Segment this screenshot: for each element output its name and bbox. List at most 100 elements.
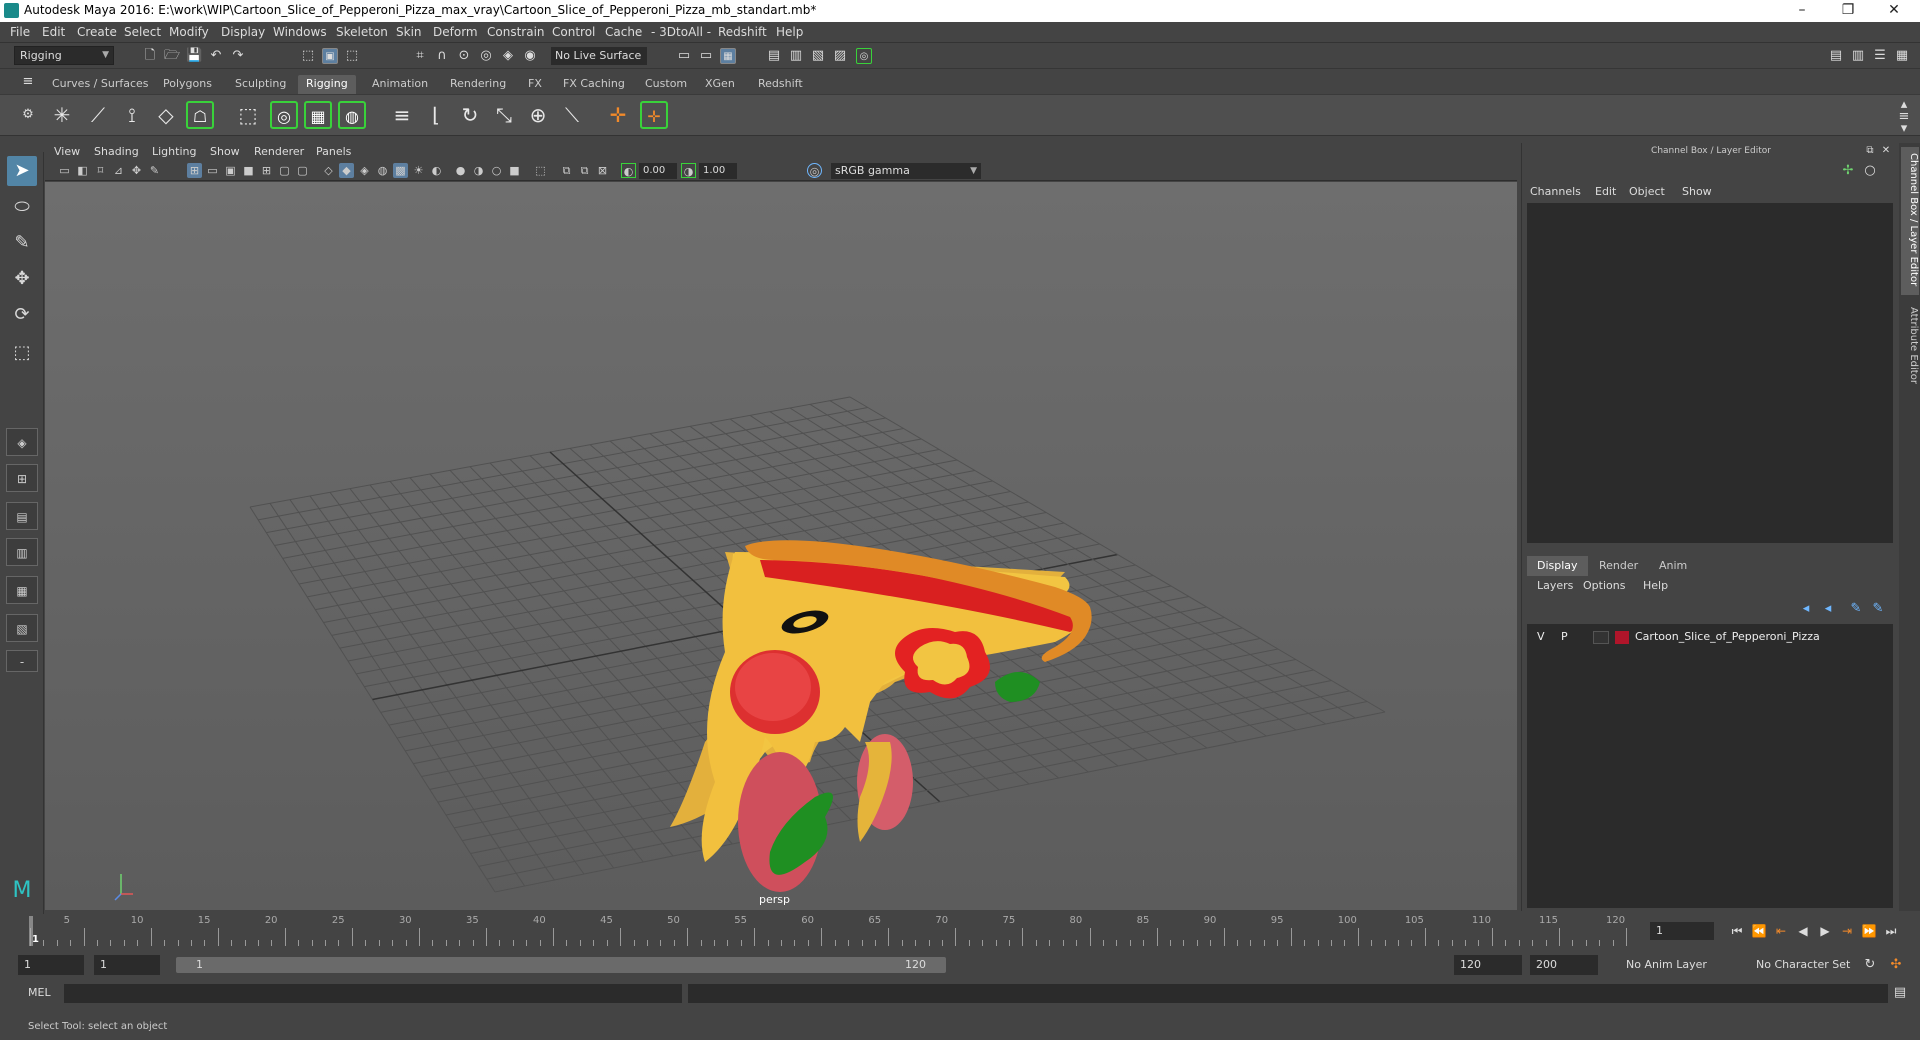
le-menu-help[interactable]: Help <box>1643 579 1668 592</box>
shelf-tab-fx[interactable]: FX <box>520 75 550 94</box>
script-language-label[interactable]: MEL <box>28 986 51 999</box>
paint-select-tool-icon[interactable]: ✎ <box>7 228 37 258</box>
le-menu-options[interactable]: Options <box>1583 579 1625 592</box>
backface-culling-icon[interactable]: ⊠ <box>595 163 610 178</box>
cb-menu-object[interactable]: Object <box>1629 185 1665 198</box>
side-tab-attribute-editor[interactable]: Attribute Editor <box>1901 301 1919 397</box>
lattice-icon[interactable]: ▦ <box>304 101 332 129</box>
select-tool-icon[interactable]: ➤ <box>7 156 37 186</box>
animation-end-field[interactable]: 200 <box>1530 955 1598 975</box>
exposure-icon[interactable]: ◐ <box>621 163 636 178</box>
shelf-tab-sculpting[interactable]: Sculpting <box>227 75 294 94</box>
panel-menu-lighting[interactable]: Lighting <box>152 145 196 158</box>
exposure-field[interactable]: 0.00 <box>639 163 677 179</box>
menu-skin[interactable]: Skin <box>396 25 422 39</box>
go-to-end-icon[interactable]: ⏭ <box>1882 922 1900 940</box>
side-tab-channel-box[interactable]: Channel Box / Layer Editor <box>1901 147 1919 295</box>
cb-menu-channels[interactable]: Channels <box>1530 185 1581 198</box>
menu-cache[interactable]: Cache <box>605 25 642 39</box>
step-back-key-icon[interactable]: ⇤ <box>1772 922 1790 940</box>
playback-end-field[interactable]: 120 <box>1454 955 1522 975</box>
perspective-viewport[interactable]: persp <box>45 182 1517 910</box>
layer-display-type[interactable] <box>1593 631 1609 644</box>
film-gate-icon[interactable]: ▭ <box>205 163 220 178</box>
shelf-tab-curves-surfaces[interactable]: Curves / Surfaces <box>44 75 157 94</box>
new-scene-icon[interactable]: 🗋 <box>142 48 158 64</box>
isolate-select-icon[interactable]: ⬚ <box>533 163 548 178</box>
panel-menu-renderer[interactable]: Renderer <box>254 145 304 158</box>
layer-name[interactable]: Cartoon_Slice_of_Pepperoni_Pizza <box>1635 630 1820 643</box>
lasso-tool-icon[interactable]: ⬭ <box>7 192 37 222</box>
menu-deform[interactable]: Deform <box>433 25 478 39</box>
shelf-options-icon[interactable]: ⚙ <box>20 107 36 123</box>
panel-menu-view[interactable]: View <box>54 145 80 158</box>
safe-action-icon[interactable]: ▢ <box>277 163 292 178</box>
gamma-field[interactable]: 1.00 <box>699 163 737 179</box>
color-management-icon[interactable]: ◎ <box>807 163 822 178</box>
ambient-occlusion-icon[interactable]: ● <box>453 163 468 178</box>
create-joints-icon[interactable]: ✳ <box>48 101 76 129</box>
render-view-icon[interactable]: ▤ <box>766 48 782 64</box>
snap-surface-icon[interactable]: ◈ <box>500 48 516 64</box>
save-scene-icon[interactable]: 💾 <box>186 48 202 64</box>
menu-windows[interactable]: Windows <box>273 25 327 39</box>
field-chart-icon[interactable]: ⊞ <box>259 163 274 178</box>
undo-icon[interactable]: ↶ <box>208 48 224 64</box>
script-editor-icon[interactable]: ▤ <box>1892 985 1908 1001</box>
float-panel-icon[interactable]: ⧉ <box>1862 143 1878 159</box>
gamma-icon[interactable]: ◑ <box>681 163 696 178</box>
menu-modify[interactable]: Modify <box>169 25 209 39</box>
custom-layout-icon[interactable]: - <box>6 650 38 672</box>
menu-edit[interactable]: Edit <box>42 25 65 39</box>
close-panel-icon[interactable]: ✕ <box>1878 143 1894 159</box>
menu-set-dropdown[interactable]: Rigging ▼ <box>14 46 114 65</box>
menu-file[interactable]: File <box>10 25 30 39</box>
hypershade-layout-icon[interactable]: ▦ <box>6 576 38 604</box>
auto-key-icon[interactable]: ↻ <box>1862 957 1878 973</box>
layer-playback-toggle[interactable]: P <box>1561 630 1568 643</box>
menu-select[interactable]: Select <box>124 25 161 39</box>
shelf-tab-animation[interactable]: Animation <box>364 75 436 94</box>
step-back-icon[interactable]: ⏪ <box>1750 922 1768 940</box>
current-time-indicator[interactable] <box>29 916 33 946</box>
step-forward-key-icon[interactable]: ⇥ <box>1838 922 1856 940</box>
le-menu-layers[interactable]: Layers <box>1537 579 1573 592</box>
two-d-pan-icon[interactable]: ✥ <box>129 163 144 178</box>
xray-icon[interactable]: ◍ <box>375 163 390 178</box>
go-to-start-icon[interactable]: ⏮ <box>1728 922 1746 940</box>
use-all-lights-icon[interactable]: ☀ <box>411 163 426 178</box>
shelf-menu-icon[interactable]: ≡ <box>20 74 36 90</box>
cluster-icon[interactable]: ◎ <box>270 101 298 129</box>
animation-preferences-icon[interactable]: ✣ <box>1888 957 1904 973</box>
shadows-icon[interactable]: ◐ <box>429 163 444 178</box>
menu-help[interactable]: Help <box>776 25 803 39</box>
scale-constraint-icon[interactable]: ⤡ <box>490 101 518 129</box>
playback-start-field[interactable]: 1 <box>94 955 160 975</box>
viewport-scene[interactable] <box>45 182 1517 910</box>
hypershade-icon[interactable]: ◎ <box>856 48 872 64</box>
snap-point-icon[interactable]: ⊙ <box>456 48 472 64</box>
scale-tool-icon[interactable]: ⬚ <box>7 338 37 368</box>
shelf-tab-custom[interactable]: Custom <box>637 75 695 94</box>
aim-constraint-icon[interactable]: ⌊ <box>422 101 450 129</box>
shelf-tab-redshift[interactable]: Redshift <box>750 75 811 94</box>
menu-redshift[interactable]: Redshift <box>718 25 767 39</box>
locator-icon[interactable]: ✛ <box>604 101 632 129</box>
open-scene-icon[interactable]: 🗁 <box>164 48 180 64</box>
depth-of-field-icon[interactable]: ■ <box>507 163 522 178</box>
layer-tab-render[interactable]: Render <box>1589 556 1648 576</box>
menu-display[interactable]: Display <box>221 25 265 39</box>
construction-history-icon[interactable]: ▦ <box>720 48 736 64</box>
command-input[interactable] <box>64 984 682 1003</box>
bookmark-icon[interactable]: ⌑ <box>93 163 108 178</box>
mirror-joint-icon[interactable]: ◇ <box>152 101 180 129</box>
smooth-shade-icon[interactable]: ◆ <box>339 163 354 178</box>
tool-settings-toggle-icon[interactable]: ☰ <box>1872 48 1888 64</box>
persp-outliner-layout-icon[interactable]: ▥ <box>6 538 38 566</box>
axis-toggle-icon[interactable]: ✢ <box>1840 163 1856 179</box>
textured-icon[interactable]: ▩ <box>393 163 408 178</box>
single-perspective-layout-icon[interactable]: ◈ <box>6 428 38 456</box>
modeling-toolkit-icon[interactable]: ▤ <box>1828 48 1844 64</box>
menu-constrain[interactable]: Constrain <box>487 25 545 39</box>
orient-constraint-icon[interactable]: ↻ <box>456 101 484 129</box>
